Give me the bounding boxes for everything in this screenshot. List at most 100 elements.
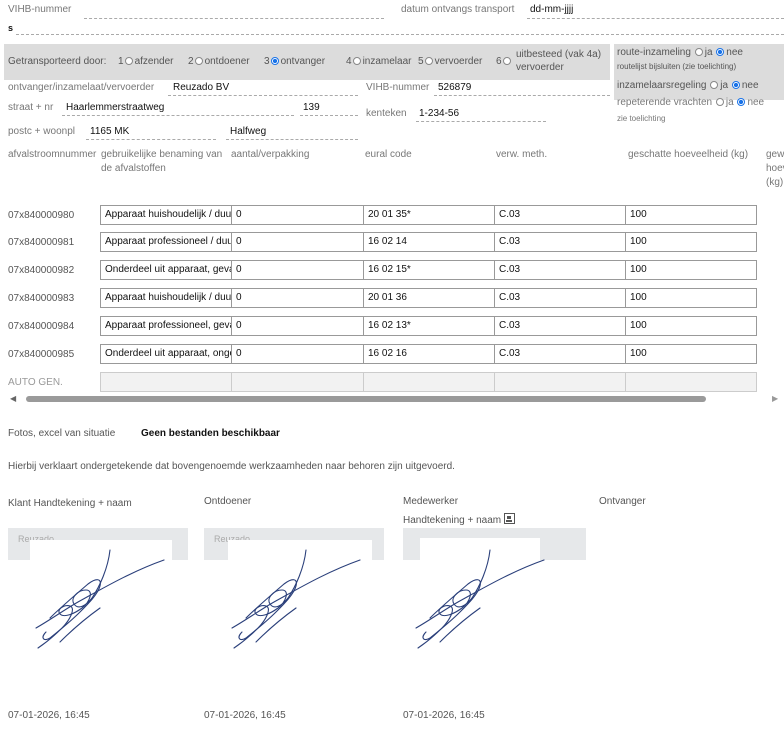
header-aantal: aantal/verpakking — [231, 149, 310, 160]
radio-icon[interactable] — [424, 57, 433, 65]
benaming-field[interactable]: Apparaat professioneel / duurzaam — [100, 232, 232, 252]
transport-option-6[interactable]: 6 — [496, 56, 513, 67]
geschat-field[interactable]: 100 — [625, 288, 757, 308]
benaming-field[interactable]: Apparaat huishoudelijk / duurzaam — [100, 288, 232, 308]
aantal-field[interactable]: 0 — [231, 232, 364, 252]
auto-gen-label: AUTO GEN. — [8, 377, 63, 388]
auto-geschat-field[interactable] — [625, 372, 757, 392]
benaming-field[interactable]: Onderdeel uit apparaat, gevaarlijk — [100, 260, 232, 280]
eural-field[interactable]: 16 02 13* — [363, 316, 495, 336]
route-note: routelijst bijsluiten (zie toelichting) — [617, 62, 737, 71]
verw-field[interactable]: C.03 — [494, 205, 626, 225]
geschat-field[interactable]: 100 — [625, 260, 757, 280]
straat-label: straat + nr — [8, 102, 54, 113]
plaats-value[interactable]: Halfweg — [230, 126, 266, 137]
aantal-field[interactable]: 0 — [231, 205, 364, 225]
transport-option-5[interactable]: 5 vervoerder — [418, 56, 482, 67]
geschat-field[interactable]: 100 — [625, 316, 757, 336]
verw-field[interactable]: C.03 — [494, 232, 626, 252]
benaming-field[interactable]: Onderdeel uit apparaat, ongevaarlijk — [100, 344, 232, 364]
verw-field[interactable]: C.03 — [494, 260, 626, 280]
repeterend-nee-radio[interactable] — [737, 98, 746, 106]
ontvanger-value[interactable]: Reuzado BV — [173, 82, 229, 93]
eural-field[interactable]: 20 01 35* — [363, 205, 495, 225]
eural-field[interactable]: 20 01 36 — [363, 288, 495, 308]
vihb-input-top[interactable] — [84, 16, 384, 19]
plaats-underline — [226, 138, 358, 140]
header-benaming: gebruikelijke benaming van de afvalstoff… — [101, 149, 223, 174]
transport-option-1[interactable]: 1 afzender — [118, 56, 173, 67]
option-label: inzamelaar — [362, 56, 412, 67]
geschat-field[interactable]: 100 — [625, 344, 757, 364]
verw-field[interactable]: C.03 — [494, 316, 626, 336]
repeterend-row: repeterende vrachten ja nee — [617, 97, 764, 108]
transport-option-3[interactable]: 3 ontvanger — [264, 56, 325, 67]
eural-field[interactable]: 16 02 16 — [363, 344, 495, 364]
scrollbar-thumb[interactable] — [26, 396, 706, 402]
aantal-field[interactable]: 0 — [231, 260, 364, 280]
transport-option-2[interactable]: 2 ontdoener — [188, 56, 250, 67]
auto-benaming-field[interactable] — [100, 372, 232, 392]
benaming-field[interactable]: Apparaat professioneel, gevaarlijk — [100, 316, 232, 336]
medewerker-sub-label: Handtekening + naam — [403, 513, 515, 526]
geschat-field[interactable]: 100 — [625, 232, 757, 252]
horizontal-scrollbar[interactable]: ◀ ▶ — [8, 394, 784, 404]
straat-value[interactable]: Haarlemmerstraatweg — [66, 102, 164, 113]
postc-value[interactable]: 1165 MK — [90, 126, 129, 137]
scroll-left-icon[interactable]: ◀ — [10, 394, 16, 403]
vihb-value[interactable]: 526879 — [438, 82, 471, 93]
option-label: ontvanger — [280, 56, 326, 67]
transport-option-4[interactable]: 4 inzamelaar — [346, 56, 411, 67]
stray-text: s — [8, 23, 14, 33]
verw-field[interactable]: C.03 — [494, 288, 626, 308]
header-geschat: geschatte hoeveelheid (kg) — [628, 149, 749, 160]
inzamel-ja-label: ja — [720, 80, 729, 91]
radio-icon[interactable] — [124, 57, 133, 65]
auto-verw-field[interactable] — [494, 372, 626, 392]
datum-value[interactable]: dd-mm-jjjj — [530, 4, 573, 15]
medewerker-sub-text: Handtekening + naam — [403, 515, 502, 526]
radio-icon[interactable] — [352, 57, 361, 65]
verw-field[interactable]: C.03 — [494, 344, 626, 364]
scroll-right-icon[interactable]: ▶ — [772, 394, 778, 403]
auto-aantal-field[interactable] — [231, 372, 364, 392]
inzamel-nee-radio[interactable] — [731, 81, 740, 89]
aantal-field[interactable]: 0 — [231, 288, 364, 308]
option-label: afzender — [134, 56, 174, 67]
route-nee-radio[interactable] — [716, 48, 725, 56]
fotos-label: Fotos, excel van situatie — [8, 428, 116, 439]
route-ja-radio[interactable] — [694, 48, 703, 56]
radio-icon[interactable] — [194, 57, 203, 65]
route-nee-label: nee — [726, 47, 743, 58]
id-card-icon[interactable] — [503, 513, 515, 524]
header-nummer: afvalstroomnummer — [8, 149, 97, 160]
nr-underline — [300, 114, 358, 116]
route-label-text: route-inzameling — [617, 47, 691, 58]
geschat-field[interactable]: 100 — [625, 205, 757, 225]
row-code: 07x840000980 — [8, 210, 75, 221]
inzamel-nee-label: nee — [741, 80, 759, 91]
ontdoener-label: Ontdoener — [204, 496, 252, 507]
eural-field[interactable]: 16 02 15* — [363, 260, 495, 280]
aantal-field[interactable]: 0 — [231, 344, 364, 364]
auto-eural-field[interactable] — [363, 372, 495, 392]
header-verw: verw. meth. — [496, 149, 548, 160]
header-eural: eural code — [365, 149, 412, 160]
repeterend-ja-radio[interactable] — [715, 98, 724, 106]
straat-underline — [62, 114, 294, 116]
vihb-label: VIHB-nummer — [366, 82, 430, 93]
kenteken-value[interactable]: 1-234-56 — [419, 108, 459, 119]
radio-icon[interactable] — [502, 57, 511, 65]
option-num: 6 — [496, 56, 502, 67]
nr-value[interactable]: 139 — [303, 102, 320, 113]
kenteken-underline — [416, 120, 546, 122]
inzamel-ja-radio[interactable] — [710, 81, 719, 89]
datum-underline — [527, 16, 784, 19]
eural-field[interactable]: 16 02 14 — [363, 232, 495, 252]
header-gewogen: gewogen hoeveelheid (kg) — [766, 149, 784, 188]
vihb-label-top: VIHB-nummer — [8, 4, 72, 15]
postc-label: postc + woonpl — [8, 126, 75, 137]
benaming-field[interactable]: Apparaat huishoudelijk / duurzaam — [100, 205, 232, 225]
aantal-field[interactable]: 0 — [231, 316, 364, 336]
radio-selected-icon[interactable] — [270, 57, 279, 65]
